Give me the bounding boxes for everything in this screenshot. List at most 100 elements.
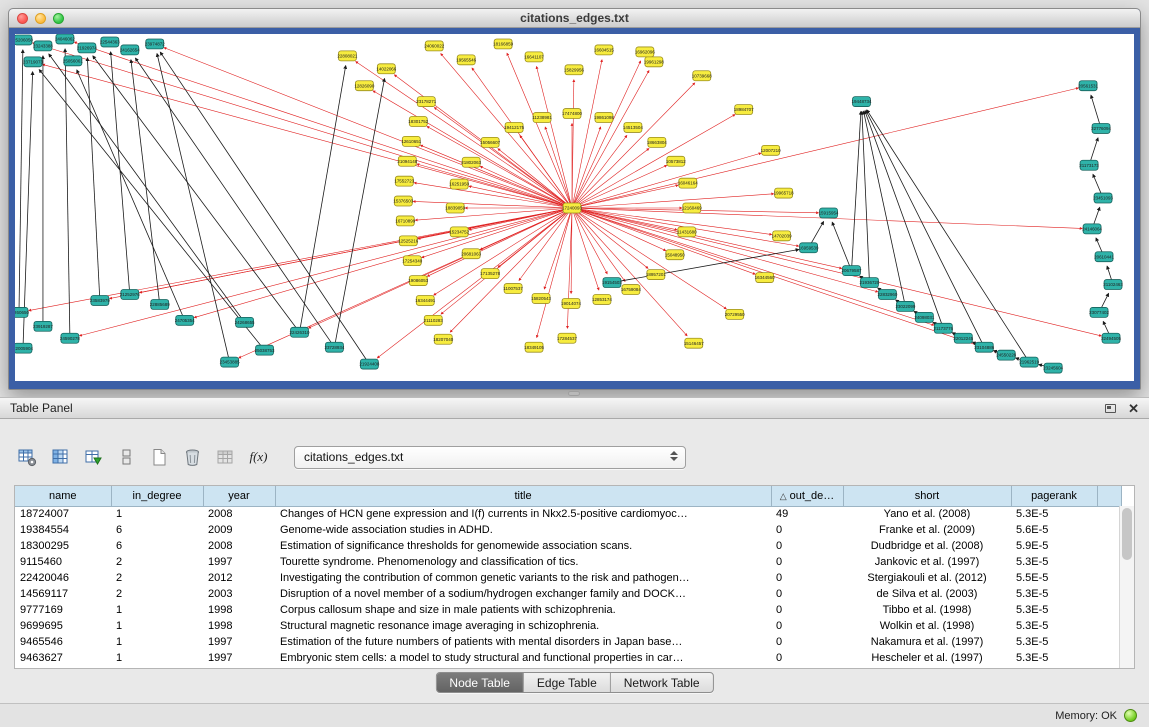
table-cell[interactable]: 2009 [203, 522, 275, 538]
citation-graph[interactable]: 1724009317474800198610981451350418663804… [15, 34, 1134, 381]
table-cell[interactable]: 19384554 [15, 522, 111, 538]
graph-node[interactable]: 19965718 [774, 188, 794, 198]
graph-node[interactable]: 25038753 [255, 345, 275, 355]
graph-node[interactable]: 22426310 [290, 327, 310, 337]
delete-table-button[interactable] [212, 445, 239, 470]
graph-node[interactable]: 17135278 [480, 269, 500, 279]
table-cell[interactable]: 0 [771, 522, 843, 538]
graph-node[interactable]: 21924408 [359, 359, 379, 369]
tab-edge-table[interactable]: Edge Table [524, 673, 611, 692]
graph-node[interactable]: 20561531 [1078, 81, 1098, 91]
graph-node[interactable]: 15048950 [665, 250, 685, 260]
graph-node[interactable]: 22005904 [15, 343, 33, 353]
graph-node[interactable]: 22832960 [877, 290, 897, 300]
graph-node[interactable]: 19861098 [594, 113, 614, 123]
close-window-button[interactable] [17, 13, 28, 24]
table-cell[interactable]: Stergiakouli et al. (2012) [843, 570, 1011, 586]
table-cell[interactable]: Tibbo et al. (1998) [843, 602, 1011, 618]
tab-node-table[interactable]: Node Table [436, 673, 524, 692]
graph-node[interactable]: 17474800 [562, 109, 582, 119]
graph-node[interactable]: 23077402 [1089, 307, 1109, 317]
graph-node[interactable]: 24146064 [1082, 224, 1102, 234]
column-header-out_de[interactable]: △out_de… [771, 486, 843, 506]
graph-node[interactable]: 14022066 [376, 64, 396, 74]
table-cell[interactable]: 49 [771, 506, 843, 522]
column-header-year[interactable]: year [203, 486, 275, 506]
graph-node[interactable]: 21802063 [461, 157, 481, 167]
graph-node[interactable]: 12007210 [761, 145, 781, 155]
graph-node[interactable]: 24162654 [120, 45, 140, 55]
table-row[interactable]: 1456911722003Disruption of a novel membe… [15, 586, 1121, 602]
table-cell[interactable]: Yano et al. (2008) [843, 506, 1011, 522]
delete-button[interactable] [179, 445, 206, 470]
graph-node[interactable]: 22012245 [953, 333, 973, 343]
table-row[interactable]: 946554611997Estimation of the future num… [15, 634, 1121, 650]
table-cell[interactable]: 0 [771, 538, 843, 554]
table-cell[interactable]: 22420046 [15, 570, 111, 586]
table-row[interactable]: 1938455462009Genome-wide association stu… [15, 522, 1121, 538]
graph-node[interactable]: 21926974 [77, 43, 97, 53]
panel-resize-handle[interactable] [568, 391, 580, 396]
graph-node[interactable]: 24098031 [914, 312, 934, 322]
graph-node[interactable]: 24268655 [235, 317, 255, 327]
table-cell[interactable]: Disruption of a novel member of a sodium… [275, 586, 771, 602]
graph-node[interactable]: 18839059 [445, 203, 465, 213]
graph-node[interactable]: 22885689 [150, 299, 170, 309]
table-cell[interactable]: 2 [111, 586, 203, 602]
graph-node[interactable]: 25260650 [15, 307, 29, 317]
graph-node[interactable]: 10739668 [692, 71, 712, 81]
table-cell[interactable]: 2012 [203, 570, 275, 586]
table-cell[interactable]: 14569117 [15, 586, 111, 602]
graph-node[interactable]: 21936720 [860, 278, 880, 288]
table-row[interactable]: 1830029562008Estimation of significance … [15, 538, 1121, 554]
table-cell[interactable]: Estimation of the future numbers of pati… [275, 634, 771, 650]
table-cell[interactable]: Corpus callosum shape and size in male p… [275, 602, 771, 618]
table-cell[interactable]: 0 [771, 586, 843, 602]
tab-network-table[interactable]: Network Table [611, 673, 713, 692]
graph-node[interactable]: 16759084 [621, 285, 641, 295]
table-cell[interactable]: Wolkin et al. (1998) [843, 618, 1011, 634]
graph-node[interactable]: 19412175 [504, 122, 524, 132]
graph-node[interactable]: 23245604 [1043, 363, 1063, 373]
table-row[interactable]: 946362711997Embryonic stem cells: a mode… [15, 650, 1121, 666]
table-selector-dropdown[interactable]: citations_edges.txt [294, 446, 686, 469]
table-cell[interactable]: 6 [111, 538, 203, 554]
table-row[interactable]: 2242004622012Investigating the contribut… [15, 570, 1121, 586]
table-cell[interactable]: 9115460 [15, 554, 111, 570]
table-row[interactable]: 969969511998Structural magnetic resonanc… [15, 618, 1121, 634]
table-cell[interactable]: 18300295 [15, 538, 111, 554]
table-cell[interactable]: 9465546 [15, 634, 111, 650]
column-header-title[interactable]: title [275, 486, 771, 506]
table-cell[interactable]: 5.5E-5 [1011, 570, 1097, 586]
table-cell[interactable]: 1997 [203, 650, 275, 666]
table-cell[interactable]: Dudbridge et al. (2008) [843, 538, 1011, 554]
table-cell[interactable]: de Silva et al. (2003) [843, 586, 1011, 602]
graph-node[interactable]: 23453885 [220, 357, 240, 367]
table-cell[interactable]: 1997 [203, 554, 275, 570]
table-cell[interactable]: Investigating the contribution of common… [275, 570, 771, 586]
graph-node[interactable]: 16046164 [678, 178, 698, 188]
graph-node[interactable]: 18301752 [408, 117, 428, 127]
graph-node[interactable]: 15376503 [393, 196, 413, 206]
graph-node[interactable]: 15234752 [449, 227, 469, 237]
graph-node[interactable]: 19154503 [602, 278, 622, 288]
table-cell[interactable]: Nakamura et al. (1997) [843, 634, 1011, 650]
table-row[interactable]: 1872400712008Changes of HCN gene express… [15, 506, 1121, 522]
function-builder-button[interactable]: f(x) [245, 445, 272, 470]
graph-node[interactable]: 18349105 [524, 342, 544, 352]
graph-node[interactable]: 20610441 [1094, 252, 1114, 262]
graph-node[interactable]: 24046062 [55, 34, 75, 44]
graph-node[interactable]: 24705354 [175, 315, 195, 325]
graph-node[interactable]: 21094148 [397, 156, 417, 166]
table-cell[interactable]: 0 [771, 618, 843, 634]
graph-node[interactable]: 16641107 [524, 52, 544, 62]
table-cell[interactable]: 2008 [203, 538, 275, 554]
graph-node[interactable]: 15915954 [819, 208, 839, 218]
graph-node[interactable]: 19961298 [644, 57, 664, 67]
network-canvas[interactable]: 1724009317474800198610981451350418663804… [15, 34, 1134, 381]
graph-node[interactable]: 16251950 [449, 179, 469, 189]
graph-node[interactable]: 18166859 [493, 39, 513, 49]
table-cell[interactable]: 1 [111, 618, 203, 634]
table-cell[interactable]: Estimation of significance thresholds fo… [275, 538, 771, 554]
graph-node[interactable]: 20681063 [461, 249, 481, 259]
